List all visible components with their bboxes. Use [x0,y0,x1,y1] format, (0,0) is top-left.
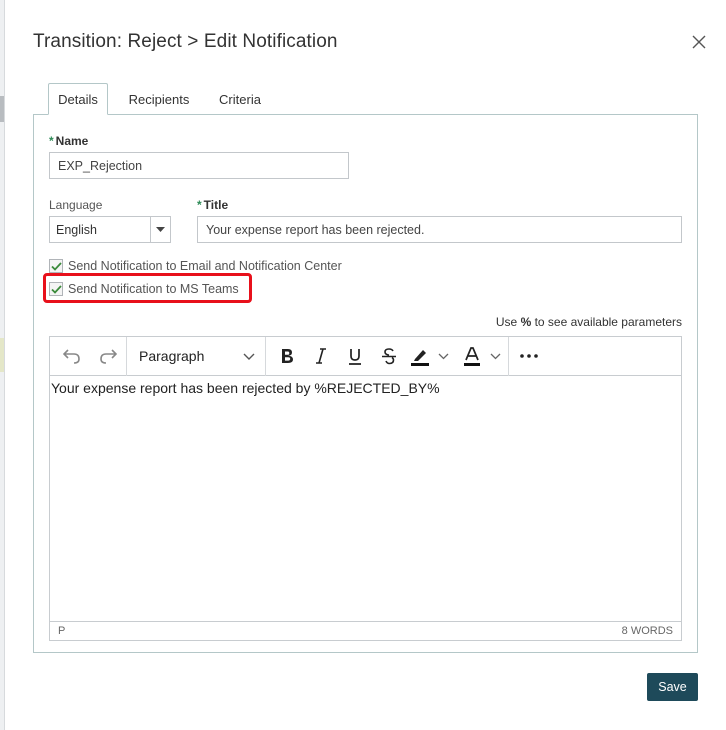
paragraph-format-label: Paragraph [139,348,205,364]
name-label: * Name [49,134,89,148]
check-icon [50,261,62,271]
chevron-down-icon [438,353,448,359]
edit-notification-dialog: Transition: Reject > Edit Notification D… [5,0,726,730]
undo-icon [63,349,80,364]
toolbar-separator [265,336,266,376]
strikethrough-button[interactable] [372,341,406,371]
email-notification-option: Send Notification to Email and Notificat… [49,259,342,273]
bold-icon [282,349,293,363]
word-count: 8 WORDS [621,625,673,637]
bold-button[interactable] [270,341,304,371]
underline-icon [349,348,361,365]
caret-down-icon [156,227,165,232]
title-input[interactable]: Your expense report has been rejected. [197,216,682,243]
close-icon [692,35,706,49]
language-value: English [56,222,97,237]
text-color-icon [464,346,480,366]
required-mark: * [49,134,54,148]
save-button[interactable]: Save [647,673,698,701]
parameter-hint: Use % to see available parameters [495,315,682,329]
chevron-down-icon [490,353,500,359]
element-path[interactable]: P [58,625,65,637]
text-color-dropdown[interactable] [486,341,504,371]
editor-status-bar: P 8 WORDS [50,621,681,640]
language-dropdown-toggle[interactable] [150,217,170,242]
underline-button[interactable] [338,341,372,371]
teams-notification-option: Send Notification to MS Teams [49,282,239,296]
email-notification-checkbox[interactable] [49,259,63,273]
check-icon [50,284,62,294]
edge-mark [0,338,4,372]
editor-toolbar: Paragraph [50,336,681,376]
editor-content-area[interactable]: Your expense report has been rejected by… [50,377,681,621]
more-options-button[interactable] [509,341,549,371]
paragraph-format-select[interactable]: Paragraph [127,337,265,376]
name-input[interactable]: EXP_Rejection [49,152,349,179]
title-label: * Title [197,198,229,212]
redo-icon [100,349,117,364]
highlight-color-dropdown[interactable] [434,341,452,371]
tab-details[interactable]: Details [48,83,108,115]
language-select[interactable]: English [49,216,171,243]
language-label: Language [49,198,103,212]
email-notification-label: Send Notification to Email and Notificat… [68,259,342,273]
strikethrough-icon [382,347,396,364]
edge-mark [0,96,4,122]
dialog-title: Transition: Reject > Edit Notification [33,31,338,52]
close-button[interactable] [689,32,709,52]
tab-criteria[interactable]: Criteria [209,83,271,115]
text-color-button[interactable] [458,341,486,371]
rich-text-editor: Paragraph Your expense report has been r… [49,336,682,641]
italic-icon [316,348,326,364]
undo-button[interactable] [54,341,90,371]
teams-notification-checkbox[interactable] [49,282,63,296]
required-mark: * [197,198,202,212]
tab-recipients[interactable]: Recipients [121,83,197,115]
teams-notification-label: Send Notification to MS Teams [68,282,239,296]
highlight-color-icon [411,349,429,366]
more-icon [520,354,538,358]
redo-button[interactable] [90,341,126,371]
italic-button[interactable] [304,341,338,371]
chevron-down-icon [243,353,255,360]
highlight-color-button[interactable] [406,341,434,371]
